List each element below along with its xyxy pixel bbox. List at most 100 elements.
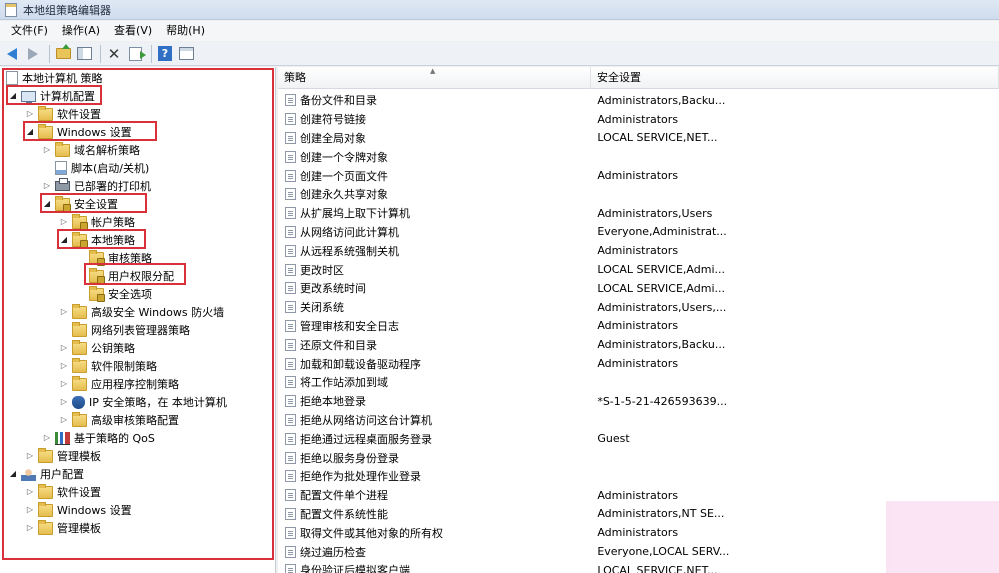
tree-item-application-control[interactable]: ▷ 应用程序控制策略 xyxy=(59,375,179,393)
column-header-security-setting[interactable]: 安全设置 xyxy=(591,67,999,89)
expand-triangle-icon[interactable]: ▷ xyxy=(59,379,69,389)
table-row[interactable]: 更改系统时间 LOCAL SERVICE,Admi... xyxy=(278,279,999,298)
delete-icon: ✕ xyxy=(107,44,121,63)
menu-file[interactable]: 文件(F) xyxy=(4,22,55,40)
tree-item-network-list-manager[interactable]: 网络列表管理器策略 xyxy=(72,321,190,339)
policy-icon xyxy=(285,301,296,314)
table-row[interactable]: 管理审核和安全日志 Administrators xyxy=(278,317,999,336)
tree-item-audit-policy[interactable]: 审核策略 xyxy=(89,249,152,267)
properties-button[interactable] xyxy=(177,45,195,63)
expand-triangle-icon[interactable]: ▷ xyxy=(42,181,52,191)
collapse-triangle-icon[interactable]: ◢ xyxy=(8,91,18,101)
tree-item-account-policies[interactable]: ▷ 帐户策略 xyxy=(59,213,135,231)
tree-item-user-rights-assignment[interactable]: 用户权限分配 xyxy=(89,267,174,285)
table-row[interactable]: 更改时区 LOCAL SERVICE,Admi... xyxy=(278,260,999,279)
up-one-level-button[interactable] xyxy=(54,44,72,63)
table-row[interactable]: 创建永久共享对象 xyxy=(278,185,999,204)
table-row[interactable]: 拒绝通过远程桌面服务登录 Guest xyxy=(278,429,999,448)
expand-triangle-icon[interactable]: ▷ xyxy=(59,415,69,425)
policy-name-cell: 还原文件和目录 xyxy=(300,338,377,352)
tree-item-public-key-policies[interactable]: ▷ 公钥策略 xyxy=(59,339,135,357)
tree-item-admin-templates[interactable]: ▷ 管理模板 xyxy=(25,447,101,465)
tree-item-local-policies[interactable]: ◢ 本地策略 xyxy=(59,231,135,249)
table-row[interactable]: 从网络访问此计算机 Everyone,Administrat... xyxy=(278,223,999,242)
tree-item-computer-configuration[interactable]: ◢ 计算机配置 xyxy=(8,87,95,105)
tree-item-windows-firewall[interactable]: ▷ 高级安全 Windows 防火墙 xyxy=(59,303,224,321)
console-tree[interactable]: 本地计算机 策略 ◢ 计算机配置 ▷ 软件设置 ◢ Windows 设置 ▷ 域… xyxy=(0,67,276,573)
expand-triangle-icon[interactable]: ▷ xyxy=(25,109,35,119)
table-row[interactable]: 创建一个页面文件 Administrators xyxy=(278,166,999,185)
folder-icon xyxy=(38,105,53,121)
tree-item-deployed-printers[interactable]: ▷ 已部署的打印机 xyxy=(42,177,151,195)
help-button[interactable]: ? xyxy=(156,45,174,63)
tree-item-local-computer-policy[interactable]: 本地计算机 策略 xyxy=(6,69,103,87)
expand-triangle-icon[interactable]: ▷ xyxy=(59,397,69,407)
table-row[interactable]: 备份文件和目录 Administrators,Backu... xyxy=(278,91,999,110)
table-row[interactable]: 加载和卸载设备驱动程序 Administrators xyxy=(278,354,999,373)
expand-triangle-icon[interactable]: ▷ xyxy=(25,505,35,515)
back-button[interactable] xyxy=(3,45,21,63)
collapse-triangle-icon[interactable]: ◢ xyxy=(25,127,35,137)
tree-item-user-windows-settings[interactable]: ▷ Windows 设置 xyxy=(25,501,132,519)
menu-action[interactable]: 操作(A) xyxy=(55,22,107,40)
tree-item-user-admin-templates[interactable]: ▷ 管理模板 xyxy=(25,519,101,537)
table-row[interactable]: 创建全局对象 LOCAL SERVICE,NET... xyxy=(278,129,999,148)
tree-item-software-settings[interactable]: ▷ 软件设置 xyxy=(25,105,101,123)
expand-triangle-icon[interactable]: ▷ xyxy=(59,343,69,353)
collapse-triangle-icon[interactable]: ◢ xyxy=(59,235,69,245)
table-row[interactable]: 拒绝从网络访问这台计算机 xyxy=(278,411,999,430)
folder-icon xyxy=(38,519,53,535)
column-header-policy[interactable]: 策略 ▲ xyxy=(278,67,591,89)
collapse-triangle-icon[interactable]: ◢ xyxy=(8,469,18,479)
tree-item-software-restriction[interactable]: ▷ 软件限制策略 xyxy=(59,357,157,375)
security-setting-cell: Administrators,Users xyxy=(597,206,713,220)
menu-help[interactable]: 帮助(H) xyxy=(159,22,212,40)
policy-name-cell: 创建永久共享对象 xyxy=(300,188,388,202)
security-setting-cell: Everyone,Administrat... xyxy=(597,225,727,239)
table-row[interactable]: 从扩展坞上取下计算机 Administrators,Users xyxy=(278,204,999,223)
table-row[interactable]: 创建一个令牌对象 xyxy=(278,147,999,166)
policy-name-cell: 绕过遍历检查 xyxy=(300,545,366,559)
tree-label: 帐户策略 xyxy=(91,216,135,229)
tree-item-security-settings[interactable]: ◢ 安全设置 xyxy=(42,195,118,213)
tree-item-scripts[interactable]: 脚本(启动/关机) xyxy=(55,159,149,177)
tree-item-windows-settings[interactable]: ◢ Windows 设置 xyxy=(25,123,132,141)
table-row[interactable]: 关闭系统 Administrators,Users,... xyxy=(278,298,999,317)
table-row[interactable]: 拒绝作为批处理作业登录 xyxy=(278,467,999,486)
table-row[interactable]: 将工作站添加到域 xyxy=(278,373,999,392)
expand-triangle-icon[interactable]: ▷ xyxy=(59,217,69,227)
expand-triangle-icon[interactable]: ▷ xyxy=(42,433,52,443)
security-setting-cell: Administrators xyxy=(597,169,679,183)
collapse-triangle-icon[interactable]: ◢ xyxy=(42,199,52,209)
tree-item-advanced-audit[interactable]: ▷ 高级审核策略配置 xyxy=(59,411,179,429)
tree-item-ip-security[interactable]: ▷ IP 安全策略，在 本地计算机 xyxy=(59,393,227,411)
expand-triangle-icon[interactable]: ▷ xyxy=(25,523,35,533)
forward-button[interactable] xyxy=(24,45,42,63)
table-row[interactable]: 拒绝以服务身份登录 xyxy=(278,448,999,467)
tree-item-security-options[interactable]: 安全选项 xyxy=(89,285,152,303)
delete-button[interactable]: ✕ xyxy=(105,45,123,63)
policy-icon xyxy=(285,225,296,238)
expand-triangle-icon[interactable]: ▷ xyxy=(59,361,69,371)
expand-triangle-icon[interactable]: ▷ xyxy=(25,451,35,461)
expand-triangle-icon[interactable]: ▷ xyxy=(42,145,52,155)
policy-list[interactable]: 策略 ▲ 安全设置 备份文件和目录 Administrators,Backu...… xyxy=(278,67,999,573)
table-row[interactable]: 创建符号链接 Administrators xyxy=(278,110,999,129)
tree-item-dns-policy[interactable]: ▷ 域名解析策略 xyxy=(42,141,140,159)
list-header: 策略 ▲ 安全设置 xyxy=(278,67,999,89)
tree-item-user-configuration[interactable]: ◢ 用户配置 xyxy=(8,465,84,483)
show-hide-tree-button[interactable] xyxy=(75,45,93,63)
security-folder-icon xyxy=(72,231,88,248)
policy-icon xyxy=(285,451,296,464)
tree-label: 应用程序控制策略 xyxy=(91,378,179,391)
table-row[interactable]: 还原文件和目录 Administrators,Backu... xyxy=(278,335,999,354)
expand-triangle-icon[interactable]: ▷ xyxy=(59,307,69,317)
expand-triangle-icon[interactable]: ▷ xyxy=(25,487,35,497)
table-row[interactable]: 从远程系统强制关机 Administrators xyxy=(278,241,999,260)
export-list-button[interactable] xyxy=(126,45,146,63)
table-row[interactable]: 拒绝本地登录 *S-1-5-21-426593639... xyxy=(278,392,999,411)
tree-label: Windows 设置 xyxy=(57,504,132,517)
tree-item-user-software-settings[interactable]: ▷ 软件设置 xyxy=(25,483,101,501)
menu-view[interactable]: 查看(V) xyxy=(107,22,159,40)
tree-item-qos[interactable]: ▷ 基于策略的 QoS xyxy=(42,429,155,447)
